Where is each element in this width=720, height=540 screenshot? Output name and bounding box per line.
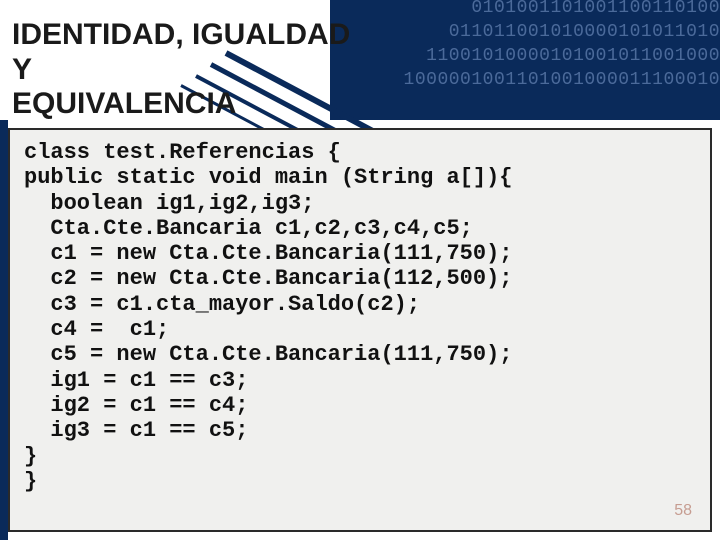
code-line: class test.Referencias { [24, 140, 341, 165]
page-number: 58 [674, 502, 692, 520]
code-line: c3 = c1.cta_mayor.Saldo(c2); [24, 292, 420, 317]
slide: 0101001101001100110100 01101100101000010… [0, 0, 720, 540]
header: 0101001101001100110100 01101100101000010… [0, 0, 720, 120]
binary-background-text: 0101001101001100110100 01101100101000010… [330, 0, 720, 92]
code-line: ig2 = c1 == c4; [24, 393, 248, 418]
code-line: c1 = new Cta.Cte.Bancaria(111,750); [24, 241, 512, 266]
code-line: c4 = c1; [24, 317, 169, 342]
code-box: class test.Referencias { public static v… [8, 128, 712, 532]
code-line: } [24, 469, 37, 494]
left-strip-decoration [0, 120, 8, 540]
code-line: c2 = new Cta.Cte.Bancaria(112,500); [24, 266, 512, 291]
title-line-1: IDENTIDAD, IGUALDAD Y [12, 18, 350, 86]
header-bg-right: 0101001101001100110100 01101100101000010… [330, 0, 720, 120]
code-line: public static void main (String a[]){ [24, 165, 512, 190]
slide-title: IDENTIDAD, IGUALDAD Y EQUIVALENCIA [0, 0, 370, 122]
code-line: ig3 = c1 == c5; [24, 418, 248, 443]
code-line: c5 = new Cta.Cte.Bancaria(111,750); [24, 342, 512, 367]
code-line: } [24, 444, 37, 469]
title-line-2: EQUIVALENCIA [12, 87, 236, 120]
code-line: Cta.Cte.Bancaria c1,c2,c3,c4,c5; [24, 216, 473, 241]
code-line: boolean ig1,ig2,ig3; [24, 191, 314, 216]
code-content: class test.Referencias { public static v… [24, 140, 696, 494]
code-line: ig1 = c1 == c3; [24, 368, 248, 393]
